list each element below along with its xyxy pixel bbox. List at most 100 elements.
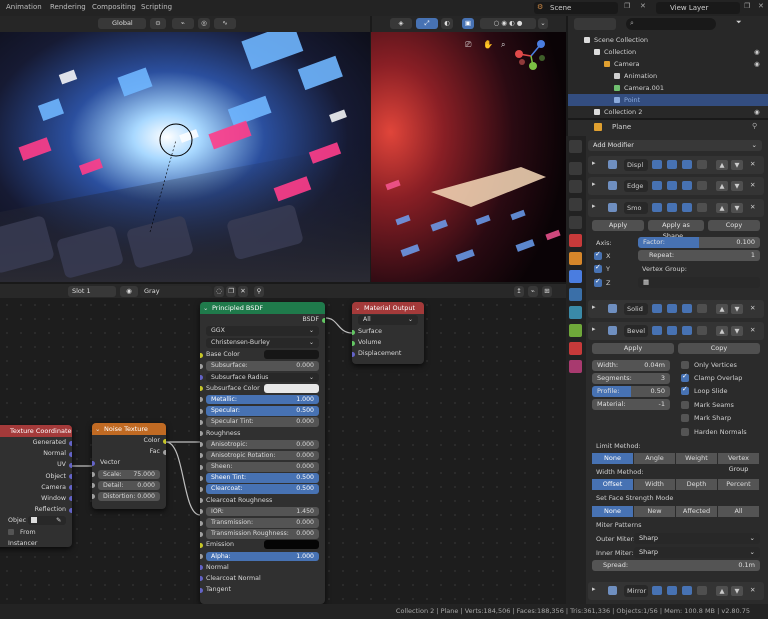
camera-view-icon[interactable]: ⎚ xyxy=(465,40,476,51)
texture-coordinate-node[interactable]: Texture Coordinate Generated Normal UV Obje… xyxy=(0,425,72,547)
modifier-header-bevel[interactable]: ▸ Bevel ▲ ▼ ✕ xyxy=(588,322,764,340)
expand-icon[interactable]: ▸ xyxy=(592,585,596,593)
smooth-factor-field[interactable]: Factor: 0.100 xyxy=(638,237,760,248)
scene-selector[interactable]: ⚙ Scene xyxy=(534,2,618,14)
bsdf-input-socket[interactable] xyxy=(200,475,203,481)
realtime-icon[interactable] xyxy=(667,304,677,313)
close-icon[interactable]: ✕ xyxy=(750,304,755,312)
move-down-icon[interactable]: ▼ xyxy=(731,181,743,191)
displacement-socket[interactable] xyxy=(352,351,355,357)
overlays-icon[interactable]: ◐ xyxy=(441,18,453,29)
material-browse-icon[interactable]: ◉ xyxy=(120,286,138,297)
proportional-icon[interactable]: ◎ xyxy=(198,18,210,29)
modifier-name-field[interactable]: Smo xyxy=(624,202,648,214)
duplicate-material-icon[interactable]: ❐ xyxy=(226,286,236,297)
noise-texture-header[interactable]: ⌄ Noise Texture xyxy=(92,423,166,435)
collapse-icon[interactable]: ⌄ xyxy=(203,302,208,314)
bevel-material-field[interactable]: Material: -1 xyxy=(592,399,670,410)
texture-tab-icon[interactable] xyxy=(569,360,582,373)
bevel-segments-field[interactable]: Segments: 3 xyxy=(592,373,670,384)
cage-icon[interactable] xyxy=(697,203,707,212)
color-swatch[interactable] xyxy=(264,383,319,393)
close-icon[interactable]: ✕ xyxy=(750,160,755,168)
close-icon[interactable]: ✕ xyxy=(750,326,755,334)
edit-mode-icon[interactable] xyxy=(652,181,662,190)
face-none-option[interactable]: None xyxy=(592,506,634,517)
outliner-row[interactable]: Camera.001 xyxy=(568,82,768,94)
tab-compositing[interactable]: Compositing xyxy=(92,3,136,11)
snap-icon[interactable]: ⌁ xyxy=(172,18,194,29)
width-offset-option[interactable]: Offset xyxy=(592,479,634,490)
pin-icon[interactable]: ⚲ xyxy=(254,286,264,297)
mark-seams-checkbox[interactable] xyxy=(681,401,689,409)
physics-tab-icon[interactable] xyxy=(569,306,582,319)
view-layer-close-icon[interactable]: ✕ xyxy=(758,2,764,10)
pivot-icon[interactable]: ⊙ xyxy=(150,18,166,29)
move-up-icon[interactable]: ▲ xyxy=(716,326,728,336)
outliner-row[interactable]: Collection ◉ xyxy=(568,46,768,58)
material-tab-icon[interactable] xyxy=(569,342,582,355)
from-instancer-checkbox[interactable] xyxy=(8,528,14,535)
bsdf-input-field[interactable]: Sheen Tint: 0.500 xyxy=(206,473,319,483)
material-output-node[interactable]: ⌄ Material Output All ⌄ Surface Volume Di… xyxy=(352,302,424,364)
texcoord-output-socket[interactable] xyxy=(69,462,72,468)
principled-bsdf-header[interactable]: ⌄ Principled BSDF xyxy=(200,302,325,314)
unlink-material-icon[interactable]: ✕ xyxy=(238,286,248,297)
limit-vertex-group-option[interactable]: Vertex Group xyxy=(718,453,760,473)
bsdf-input-socket[interactable] xyxy=(200,453,203,459)
close-icon[interactable]: ✕ xyxy=(750,586,755,594)
collapse-icon[interactable]: ⌄ xyxy=(355,302,360,314)
noise-detail-field[interactable]: Detail: 0.000 xyxy=(98,480,160,491)
modifier-header-mirror[interactable]: ▸ Mirror ▲ ▼ ✕ xyxy=(588,582,764,600)
snap-node-icon[interactable]: ⌁ xyxy=(528,286,538,297)
mark-sharp-checkbox[interactable] xyxy=(681,414,689,422)
tab-rendering[interactable]: Rendering xyxy=(50,3,86,11)
pan-hand-icon[interactable]: ✋ xyxy=(483,40,494,51)
noise-detail-socket[interactable] xyxy=(92,483,95,489)
smooth-repeat-field[interactable]: Repeat: 1 xyxy=(638,250,760,261)
noise-distortion-socket[interactable] xyxy=(92,494,95,500)
modifier-name-field[interactable]: Mirror xyxy=(624,585,648,597)
noise-fac-socket[interactable] xyxy=(163,449,166,455)
bsdf-input-socket[interactable] xyxy=(200,464,203,470)
move-down-icon[interactable]: ▼ xyxy=(731,160,743,170)
texcoord-output-socket[interactable] xyxy=(69,474,72,480)
texcoord-output-socket[interactable] xyxy=(69,496,72,502)
bevel-apply-button[interactable]: Apply xyxy=(592,343,674,354)
bsdf-input-field[interactable]: Clearcoat: 0.500 xyxy=(206,484,319,494)
bsdf-input-socket[interactable] xyxy=(200,397,203,403)
bsdf-output-socket[interactable] xyxy=(322,317,325,323)
move-down-icon[interactable]: ▼ xyxy=(731,326,743,336)
volume-socket[interactable] xyxy=(352,340,355,346)
bsdf-input-socket[interactable] xyxy=(200,431,203,436)
texcoord-object-field[interactable]: ✎ xyxy=(28,516,66,526)
bsdf-input-field[interactable]: Alpha: 1.000 xyxy=(206,551,319,562)
render-tab-icon[interactable] xyxy=(569,162,582,175)
principled-bsdf-node[interactable]: ⌄ Principled BSDF BSDF GGX ⌄ Christensen-… xyxy=(200,302,325,604)
bsdf-input-socket[interactable] xyxy=(200,509,203,515)
texture-coordinate-header[interactable]: Texture Coordinate xyxy=(0,425,72,437)
move-down-icon[interactable]: ▼ xyxy=(731,586,743,596)
color-swatch[interactable] xyxy=(264,350,319,360)
shading-modes[interactable]: ○ ◉ ◐ ● xyxy=(480,18,536,29)
view-layer-tab-icon[interactable] xyxy=(569,198,582,211)
face-affected-option[interactable]: Affected xyxy=(676,506,718,517)
bsdf-input-field[interactable]: Anisotropic: 0.000 xyxy=(206,439,319,450)
outer-miter-dropdown[interactable]: Sharp ⌄ xyxy=(634,533,760,544)
noise-color-socket[interactable] xyxy=(163,438,166,444)
object-tab-icon[interactable] xyxy=(569,252,582,265)
texcoord-output-socket[interactable] xyxy=(69,485,72,491)
expand-icon[interactable]: ▸ xyxy=(592,180,596,188)
visibility-eye-icon[interactable]: ◉ xyxy=(754,46,760,58)
object-data-tab-icon[interactable] xyxy=(569,324,582,337)
face-new-option[interactable]: New xyxy=(634,506,676,517)
bsdf-input-socket[interactable] xyxy=(200,531,203,537)
render-icon[interactable] xyxy=(682,586,692,595)
view-layer-copy-icon[interactable]: ❐ xyxy=(744,2,750,10)
bsdf-input-field[interactable]: Subsurface Radius ⌄ xyxy=(206,372,319,383)
smooth-z-checkbox[interactable] xyxy=(594,277,602,287)
visibility-eye-icon[interactable]: ◉ xyxy=(754,58,760,70)
world-tab-icon[interactable] xyxy=(569,234,582,247)
clamp-overlap-checkbox[interactable] xyxy=(681,372,689,382)
smooth-vertex-group-field[interactable]: ▦ xyxy=(638,277,760,288)
